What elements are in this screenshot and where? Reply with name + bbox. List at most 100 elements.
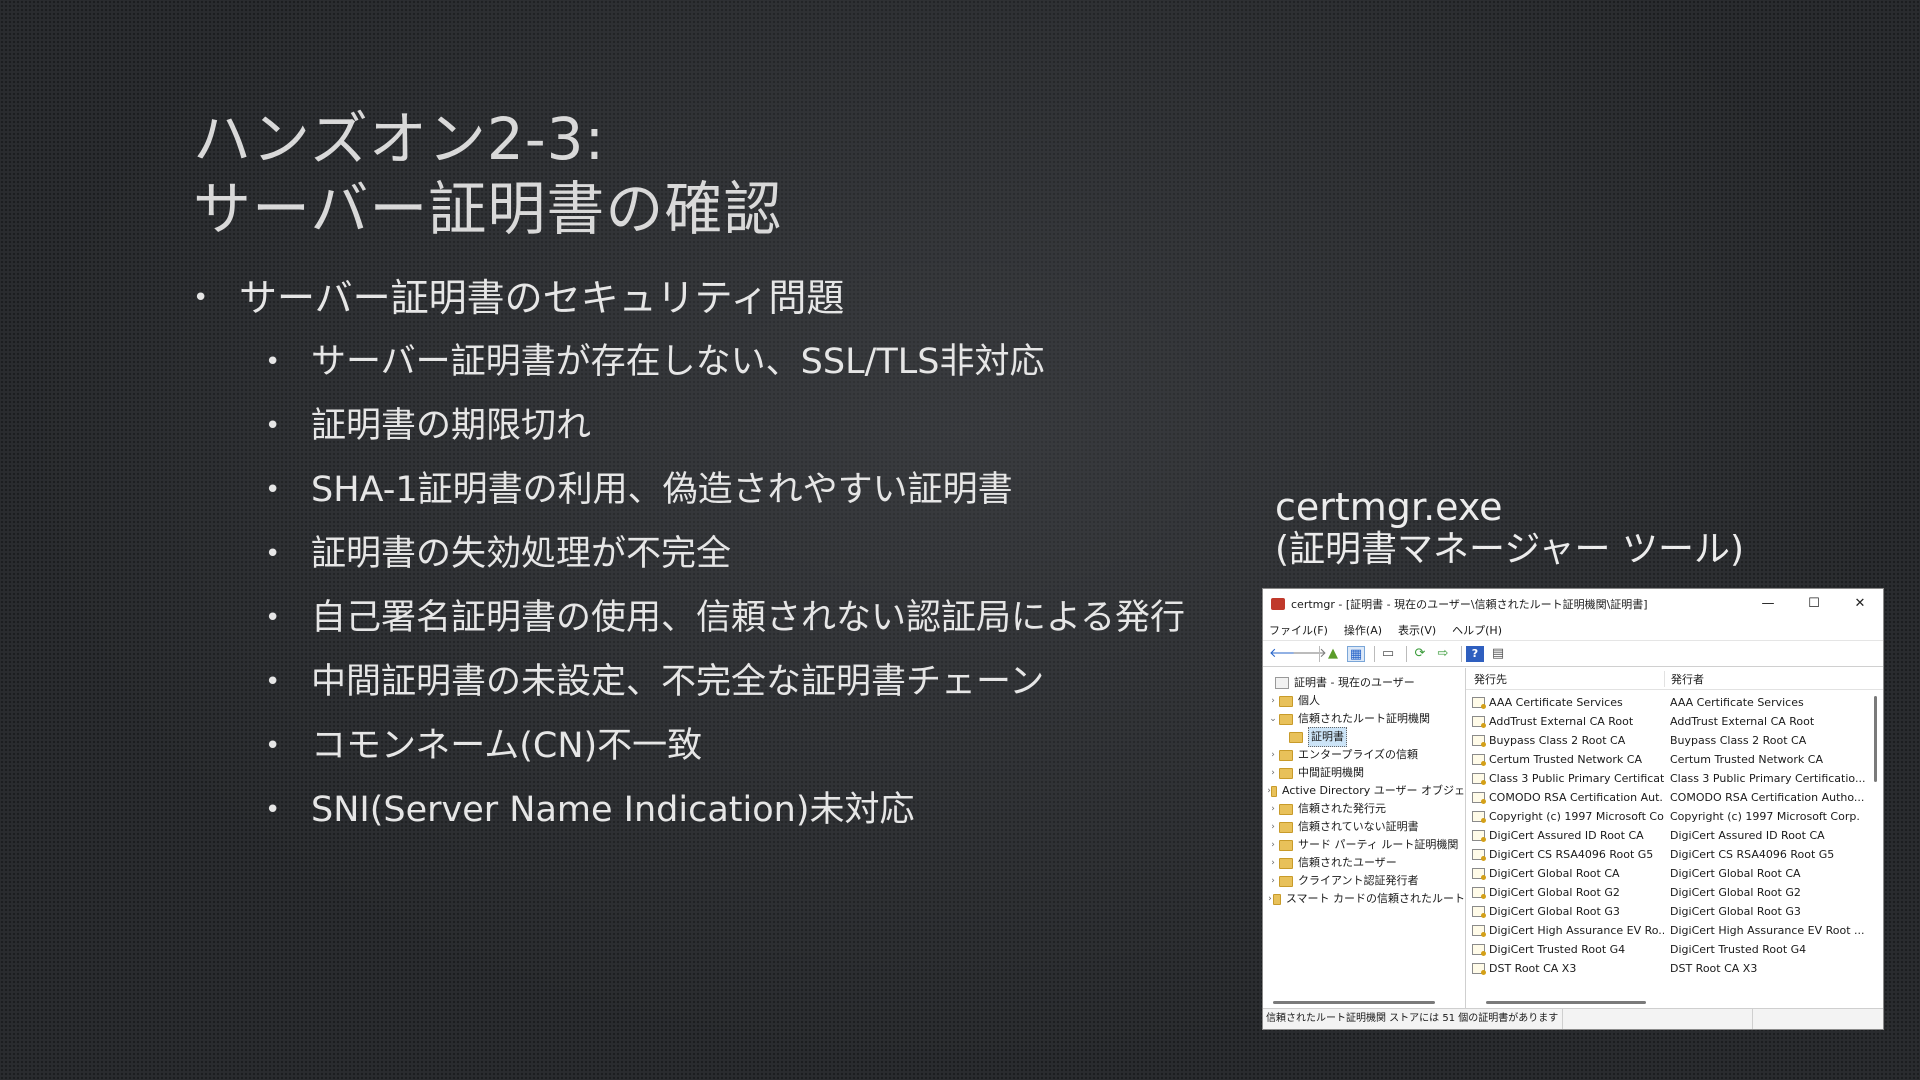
- tree-horizontal-scrollbar[interactable]: [1273, 1001, 1435, 1004]
- chevron-right-icon[interactable]: ›: [1267, 746, 1279, 764]
- bullet-item: • 自己署名証明書の使用、信頼されない認証局による発行: [193, 590, 1233, 654]
- certificate-row[interactable]: AddTrust External CA Root AddTrust Extern…: [1466, 712, 1883, 731]
- status-bar: 信頼されたルート証明機関 ストアには 51 個の証明書があります: [1263, 1008, 1883, 1029]
- tree-item-label: 証明書: [1308, 727, 1347, 747]
- issued-by-cell: DigiCert CS RSA4096 Root G5: [1670, 848, 1835, 861]
- certificate-row[interactable]: Class 3 Public Primary Certificati... Cla…: [1466, 769, 1883, 788]
- maximize-button[interactable]: ☐: [1791, 589, 1837, 619]
- tree-item[interactable]: › クライアント認証発行者: [1263, 872, 1465, 890]
- tree-item[interactable]: › スマート カードの信頼されたルート: [1263, 890, 1465, 908]
- issued-to-cell: Certum Trusted Network CA: [1489, 753, 1642, 766]
- menu-action[interactable]: 操作(A): [1344, 622, 1382, 638]
- slide-title-line1: ハンズオン2-3:: [193, 105, 606, 173]
- copy-icon[interactable]: ▭: [1379, 646, 1397, 662]
- bullet-dot: •: [265, 475, 281, 505]
- folder-icon: [1272, 893, 1281, 905]
- toolbar-separator: [1374, 645, 1375, 662]
- issued-by-cell: DigiCert Assured ID Root CA: [1670, 829, 1825, 842]
- tree-item[interactable]: 証明書: [1263, 727, 1465, 747]
- certificate-row[interactable]: DigiCert Trusted Root G4 DigiCert Trusted…: [1466, 940, 1883, 959]
- chevron-right-icon[interactable]: ›: [1267, 836, 1279, 854]
- certificate-row[interactable]: DigiCert Global Root G3 DigiCert Global R…: [1466, 902, 1883, 921]
- tree-item[interactable]: › 個人: [1263, 692, 1465, 710]
- issued-to-cell: DigiCert Global Root CA: [1489, 867, 1620, 880]
- folder-icon: [1279, 695, 1293, 707]
- chevron-right-icon[interactable]: ›: [1267, 872, 1279, 890]
- back-arrow-icon[interactable]: 🡐: [1269, 646, 1304, 662]
- chevron-right-icon[interactable]: ›: [1267, 818, 1279, 836]
- issued-by-cell: Buypass Class 2 Root CA: [1670, 734, 1807, 747]
- issued-by-cell: DigiCert Global Root G2: [1670, 886, 1801, 899]
- issued-by-cell: DST Root CA X3: [1670, 962, 1758, 975]
- show-hide-tree-icon[interactable]: ▦: [1347, 645, 1365, 662]
- bullet-item: • SHA-1証明書の利用、偽造されやすい証明書: [193, 462, 1233, 526]
- chevron-right-icon[interactable]: ›: [1267, 854, 1279, 872]
- list-horizontal-scrollbar[interactable]: [1486, 1001, 1646, 1004]
- certificate-row[interactable]: DigiCert Assured ID Root CA DigiCert Assu…: [1466, 826, 1883, 845]
- minimize-button[interactable]: —: [1745, 589, 1791, 619]
- close-button[interactable]: ✕: [1837, 589, 1883, 619]
- view-options-icon[interactable]: ▤: [1489, 646, 1507, 662]
- issued-by-cell: DigiCert Global Root G3: [1670, 905, 1801, 918]
- folder-icon: [1279, 749, 1293, 761]
- tree-item[interactable]: › 信頼されたユーザー: [1263, 854, 1465, 872]
- list-vertical-scrollbar[interactable]: [1874, 696, 1877, 782]
- menu-view[interactable]: 表示(V): [1398, 622, 1436, 638]
- certificate-row[interactable]: COMODO RSA Certification Aut... COMODO RS…: [1466, 788, 1883, 807]
- tree-item-label: 信頼された発行元: [1298, 802, 1386, 815]
- certificate-row[interactable]: DigiCert Global Root G2 DigiCert Global R…: [1466, 883, 1883, 902]
- issued-by-cell: DigiCert Global Root CA: [1670, 867, 1801, 880]
- certificate-row[interactable]: Buypass Class 2 Root CA Buypass Class 2 R…: [1466, 731, 1883, 750]
- certificate-row[interactable]: DigiCert Global Root CA DigiCert Global R…: [1466, 864, 1883, 883]
- menu-help[interactable]: ヘルプ(H): [1452, 622, 1502, 638]
- help-icon[interactable]: ?: [1466, 645, 1484, 662]
- certificate-row[interactable]: DST Root CA X3 DST Root CA X3: [1466, 959, 1883, 978]
- issued-to-cell: COMODO RSA Certification Aut...: [1489, 791, 1664, 804]
- folder-icon: [1279, 713, 1293, 725]
- certificate-row[interactable]: DigiCert CS RSA4096 Root G5 DigiCert CS R…: [1466, 845, 1883, 864]
- folder-icon: [1271, 785, 1277, 797]
- tree-item[interactable]: › 信頼された発行元: [1263, 800, 1465, 818]
- issued-by-cell: Certum Trusted Network CA: [1670, 753, 1823, 766]
- list-header: ˄ 発行先 発行者: [1466, 668, 1883, 690]
- refresh-icon[interactable]: ⟳: [1411, 646, 1429, 662]
- chevron-right-icon[interactable]: ›: [1267, 764, 1279, 782]
- certificate-row[interactable]: Certum Trusted Network CA Certum Trusted …: [1466, 750, 1883, 769]
- certificate-icon: [1472, 830, 1486, 842]
- window-titlebar[interactable]: certmgr - [証明書 - 現在のユーザー\信頼されたルート証明機関\証明…: [1263, 589, 1883, 619]
- tree-pane: 証明書 - 現在のユーザー › 個人 ⌄ 信頼されたルート証明機関 証明書 › エンタープラ…: [1263, 668, 1466, 1008]
- tree-item[interactable]: ⌄ 信頼されたルート証明機関: [1263, 710, 1465, 728]
- tree-item-label: スマート カードの信頼されたルート: [1285, 892, 1465, 905]
- chevron-right-icon[interactable]: ›: [1267, 800, 1279, 818]
- bullet-dot: •: [265, 347, 281, 377]
- tree-root[interactable]: 証明書 - 現在のユーザー: [1263, 674, 1465, 692]
- up-folder-icon[interactable]: ▲: [1324, 646, 1342, 662]
- certificate-row[interactable]: Copyright (c) 1997 Microsoft Co... Copyri…: [1466, 807, 1883, 826]
- bullet-text: サーバー証明書が存在しない、SSL/TLS非対応: [311, 342, 1045, 382]
- tree-item[interactable]: › サード パーティ ルート証明機関: [1263, 836, 1465, 854]
- issued-by-cell: Copyright (c) 1997 Microsoft Corp.: [1670, 810, 1860, 823]
- bullet-dot: •: [265, 411, 281, 441]
- forward-arrow-icon[interactable]: 🡒: [1292, 646, 1327, 662]
- issued-by-cell: DigiCert Trusted Root G4: [1670, 943, 1807, 956]
- tree-item[interactable]: › 信頼されていない証明書: [1263, 818, 1465, 836]
- menu-bar: ファイル(F) 操作(A) 表示(V) ヘルプ(H): [1263, 619, 1883, 641]
- tree-item[interactable]: › エンタープライズの信頼: [1263, 746, 1465, 764]
- bullet-text: 証明書の失効処理が不完全: [311, 534, 732, 574]
- issued-to-cell: DigiCert Global Root G3: [1489, 905, 1620, 918]
- chevron-down-icon[interactable]: ⌄: [1267, 710, 1279, 728]
- certificate-icon: [1472, 944, 1486, 956]
- menu-file[interactable]: ファイル(F): [1269, 622, 1328, 638]
- bullet-dot: •: [265, 795, 281, 825]
- certificate-row[interactable]: DigiCert High Assurance EV Ro... DigiCert…: [1466, 921, 1883, 940]
- export-list-icon[interactable]: ⇨: [1434, 646, 1452, 662]
- column-header-issued-by[interactable]: 発行者: [1664, 670, 1883, 687]
- certificate-list-pane: ˄ 発行先 発行者 AAA Certificate ServicesAAA Ce…: [1466, 668, 1883, 1008]
- issued-by-cell: Class 3 Public Primary Certificatio...: [1670, 772, 1866, 785]
- caption-tool-name: (証明書マネージャー ツール): [1275, 529, 1745, 570]
- tree-item[interactable]: › 中間証明機関: [1263, 764, 1465, 782]
- tree-item[interactable]: › Active Directory ユーザー オブジェ: [1263, 782, 1465, 800]
- chevron-right-icon[interactable]: ›: [1267, 692, 1279, 710]
- certificate-row[interactable]: AAA Certificate Services AAA Certificate …: [1466, 693, 1883, 712]
- column-header-issued-to[interactable]: ˄ 発行先: [1466, 668, 1664, 687]
